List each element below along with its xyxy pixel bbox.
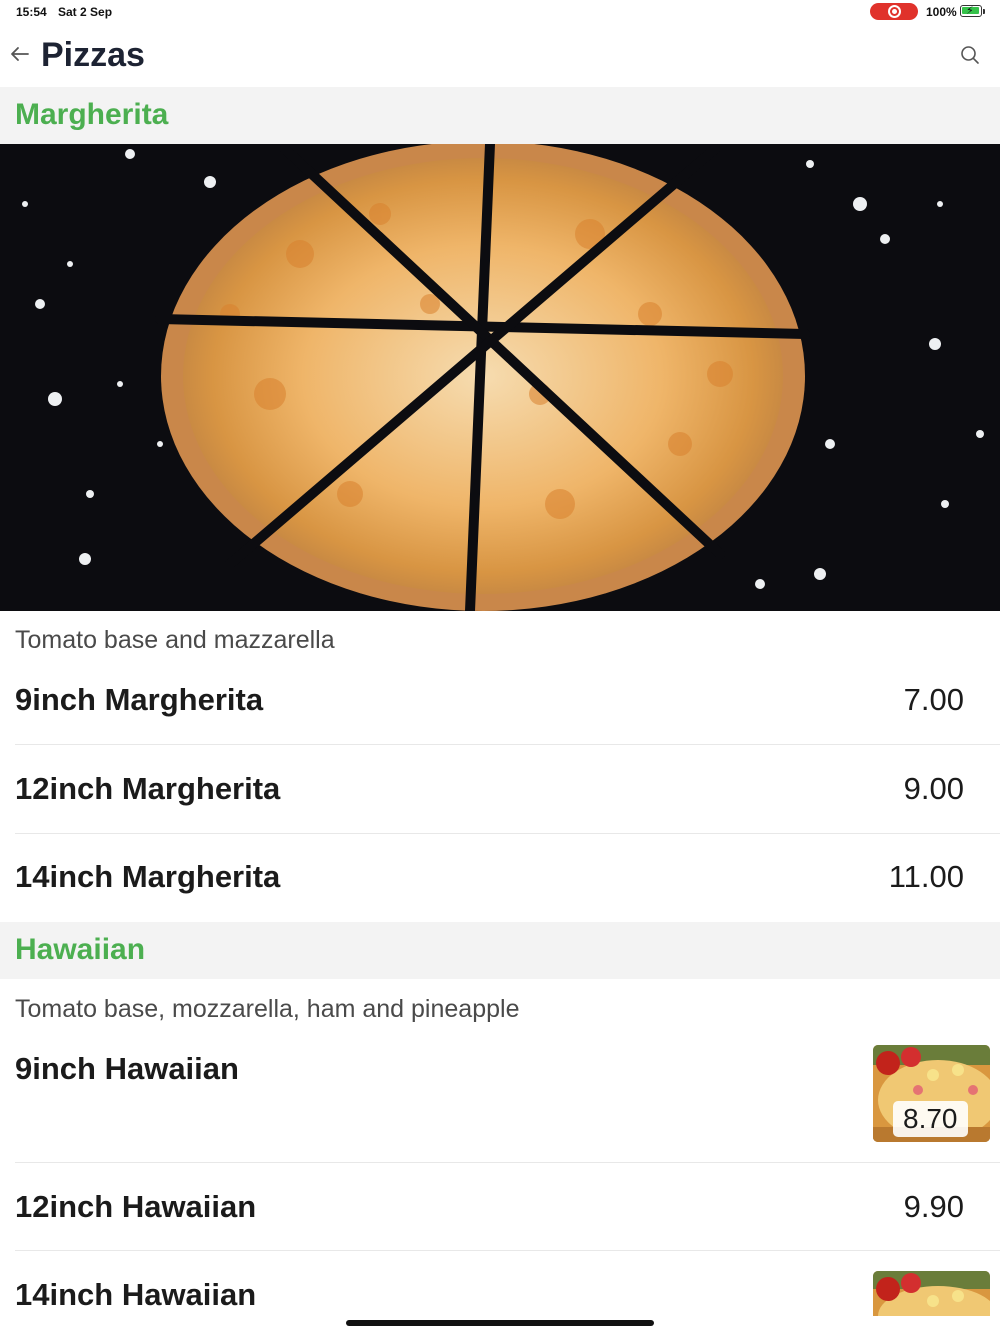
status-bar: 15:54 Sat 2 Sep 100% ⚡	[0, 0, 1000, 24]
item-price: 9.90	[903, 1189, 964, 1224]
item-name: 9inch Margherita	[15, 682, 264, 717]
section-description: Tomato base and mazzarella	[15, 626, 335, 654]
search-icon[interactable]	[960, 45, 980, 65]
record-icon	[888, 5, 901, 18]
nav-bar: Pizzas	[0, 24, 1000, 86]
item-name: 9inch Hawaiian	[15, 1051, 239, 1086]
hawaiian-pizza-thumbnail[interactable]: 8.70	[873, 1045, 990, 1142]
status-time: 15:54	[16, 5, 47, 19]
battery-percentage: 100%	[926, 5, 957, 19]
screen-recording-indicator[interactable]	[870, 3, 918, 20]
item-price: 7.00	[903, 682, 964, 717]
item-price: 9.00	[903, 771, 964, 806]
section-description: Tomato base, mozzarella, ham and pineapp…	[15, 995, 520, 1023]
status-date: Sat 2 Sep	[58, 5, 113, 19]
arrow-left-icon[interactable]	[8, 42, 32, 66]
item-price: 11.00	[888, 859, 964, 894]
item-price: 8.70	[893, 1101, 968, 1137]
item-name: 12inch Hawaiian	[15, 1189, 257, 1224]
menu-item[interactable]: 14inch Hawaiian	[15, 1277, 985, 1321]
divider	[15, 1162, 1000, 1163]
item-name: 14inch Margherita	[15, 859, 281, 894]
section-header-margherita: Margherita	[0, 87, 1000, 144]
section-title: Margherita	[15, 98, 169, 131]
menu-item[interactable]: 9inch Margherita 7.00	[15, 682, 985, 726]
charging-icon: ⚡	[966, 5, 974, 17]
margherita-pizza-image	[0, 144, 1000, 611]
home-indicator[interactable]	[346, 1320, 654, 1326]
menu-item[interactable]: 12inch Margherita 9.00	[15, 771, 985, 815]
pizza-illustration	[22, 144, 984, 611]
menu-item[interactable]: 9inch Hawaiian	[15, 1051, 985, 1095]
menu-item[interactable]: 12inch Hawaiian 9.90	[15, 1189, 985, 1233]
pizza-thumbnail-image	[873, 1271, 990, 1316]
item-name: 14inch Hawaiian	[15, 1277, 257, 1312]
menu-item[interactable]: 14inch Margherita 11.00	[15, 859, 985, 903]
item-name: 12inch Margherita	[15, 771, 281, 806]
divider	[15, 744, 1000, 745]
hawaiian-pizza-thumbnail[interactable]	[873, 1271, 990, 1316]
divider	[15, 1250, 1000, 1251]
section-header-hawaiian: Hawaiian	[0, 922, 1000, 979]
section-title: Hawaiian	[15, 933, 146, 966]
battery-cap	[983, 9, 985, 14]
divider	[15, 833, 1000, 834]
page-title: Pizzas	[41, 36, 145, 74]
